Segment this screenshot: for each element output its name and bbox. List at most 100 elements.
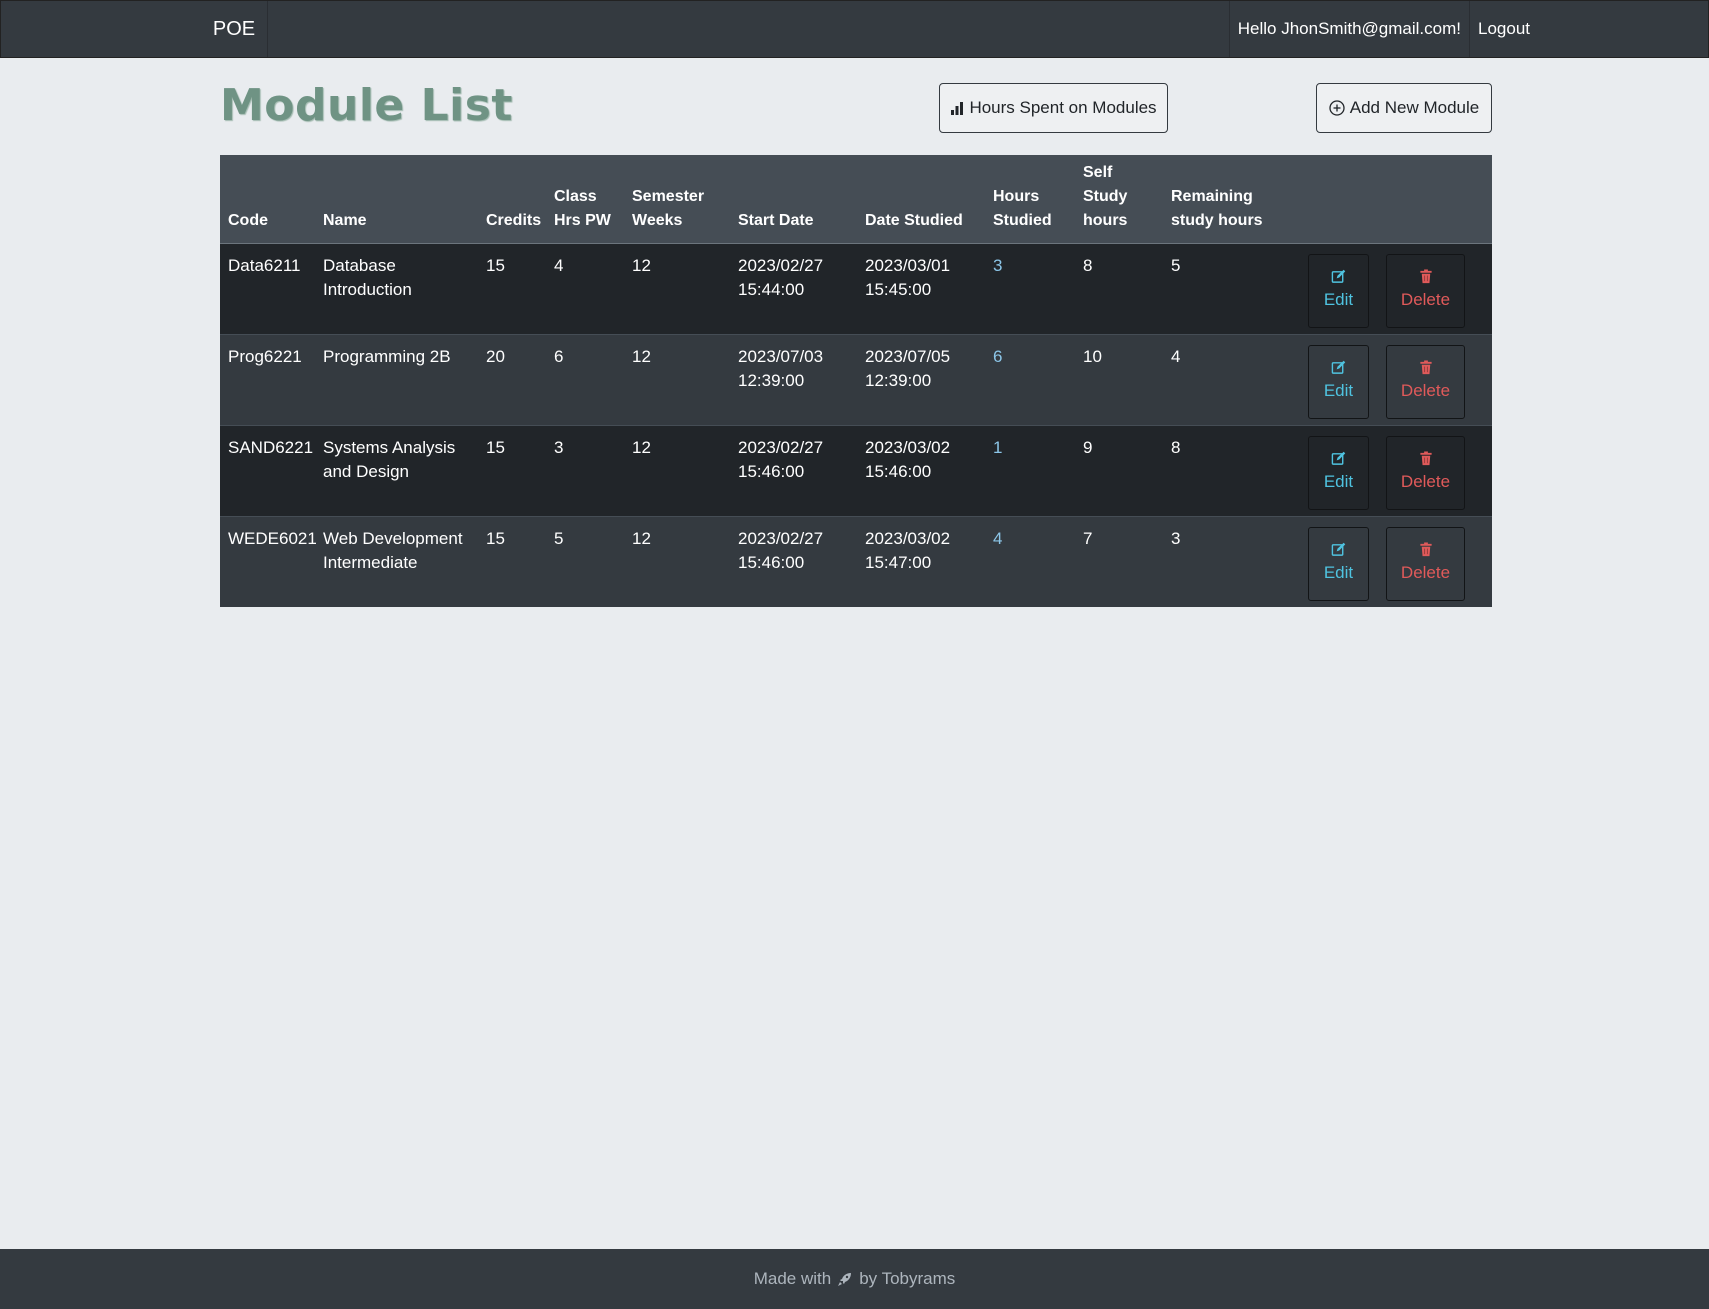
- page-footer: Made with by Tobyrams: [0, 1249, 1709, 1309]
- nav-right: Hello JhonSmith@gmail.com! Logout: [1228, 1, 1538, 57]
- cell-start-date-time: 12:39:00: [738, 370, 805, 390]
- cell-start-date: 2023/07/03 12:39:00: [730, 333, 857, 425]
- cell-actions: Edit Delete: [1300, 515, 1492, 607]
- header-self-line2: Study: [1083, 187, 1128, 205]
- cell-date-studied: 2023/03/01 15:45:00: [857, 242, 985, 334]
- edit-label: Edit: [1323, 563, 1354, 582]
- cell-name-line1: Web Development: [323, 528, 463, 548]
- cell-hours-studied-link[interactable]: 3: [985, 242, 1075, 334]
- delete-button[interactable]: Delete: [1386, 435, 1465, 510]
- cell-date-studied-day: 2023/03/01: [865, 255, 951, 275]
- cell-self-study: 9: [1075, 424, 1163, 516]
- module-table-container: Code Name Credits Class Hrs PW Semester We…: [220, 155, 1492, 607]
- cell-date-studied: 2023/03/02 15:46:00: [857, 424, 985, 516]
- cell-class-hrs: 5: [546, 515, 624, 607]
- cell-date-studied-day: 2023/07/05: [865, 346, 951, 366]
- cell-code: WEDE6021: [220, 515, 317, 607]
- cell-name-line1: Systems Analysis: [323, 437, 456, 457]
- header-hours-line2: Studied: [993, 211, 1052, 229]
- delete-label: Delete: [1400, 472, 1451, 491]
- header-remaining-line1: Remaining: [1171, 187, 1253, 205]
- cell-name: Database Introduction: [315, 242, 478, 334]
- trash-icon: [1419, 451, 1433, 466]
- cell-hours-studied-link[interactable]: 4: [985, 515, 1075, 607]
- cell-date-studied: 2023/07/05 12:39:00: [857, 333, 985, 425]
- cell-start-date: 2023/02/27 15:46:00: [730, 515, 857, 607]
- module-table: Code Name Credits Class Hrs PW Semester We…: [220, 155, 1492, 607]
- cell-remaining: 5: [1163, 242, 1300, 334]
- header-remaining: Remaining study hours: [1163, 155, 1300, 244]
- footer-by: by Tobyrams: [859, 1269, 956, 1288]
- cell-self-study: 7: [1075, 515, 1163, 607]
- edit-label: Edit: [1323, 381, 1354, 400]
- cell-name-line2: Introduction: [323, 279, 412, 299]
- cell-actions: Edit Delete: [1300, 242, 1492, 334]
- cell-code: Prog6221: [220, 333, 315, 425]
- hours-spent-button[interactable]: Hours Spent on Modules: [939, 83, 1168, 133]
- delete-button[interactable]: Delete: [1386, 253, 1465, 328]
- edit-button[interactable]: Edit: [1308, 526, 1369, 601]
- add-new-module-label: Add New Module: [1349, 98, 1480, 117]
- cell-start-date-day: 2023/02/27: [738, 437, 824, 457]
- edit-button[interactable]: Edit: [1308, 435, 1369, 510]
- cell-start-date-time: 15:46:00: [738, 552, 805, 572]
- cell-credits: 15: [478, 242, 546, 334]
- cell-date-studied-time: 15:45:00: [865, 279, 932, 299]
- edit-icon: [1331, 269, 1346, 284]
- cell-remaining: 8: [1163, 424, 1300, 516]
- cell-hours-studied-link[interactable]: 1: [985, 424, 1075, 516]
- delete-label: Delete: [1400, 563, 1451, 582]
- cell-semester-weeks: 12: [624, 333, 730, 425]
- add-new-module-button[interactable]: Add New Module: [1316, 83, 1492, 133]
- cell-start-date-day: 2023/02/27: [738, 528, 824, 548]
- edit-icon: [1331, 451, 1346, 466]
- cell-code: Data6211: [220, 242, 315, 334]
- header-self-line1: Self: [1083, 163, 1113, 181]
- trash-icon: [1419, 542, 1433, 557]
- user-greeting[interactable]: Hello JhonSmith@gmail.com!: [1228, 1, 1469, 57]
- delete-label: Delete: [1400, 290, 1451, 309]
- cell-credits: 15: [478, 424, 546, 516]
- header-hours-line1: Hours: [993, 187, 1040, 205]
- cell-credits: 15: [478, 515, 546, 607]
- cell-credits: 20: [478, 333, 546, 425]
- cell-date-studied-day: 2023/03/02: [865, 528, 951, 548]
- header-self-study: Self Study hours: [1075, 155, 1163, 244]
- cell-start-date: 2023/02/27 15:46:00: [730, 424, 857, 516]
- header-semester-line1: Semester: [632, 187, 705, 205]
- edit-icon: [1331, 360, 1346, 375]
- header-class-hrs: Class Hrs PW: [546, 155, 624, 244]
- table-row: Prog6221 Programming 2B 20 6 12 2023/07/03 12:…: [220, 333, 1492, 425]
- logout-link[interactable]: Logout: [1469, 1, 1538, 57]
- hours-spent-label: Hours Spent on Modules: [969, 98, 1157, 117]
- row-actions: Edit Delete: [1308, 253, 1484, 328]
- header-semester-line2: Weeks: [632, 211, 683, 229]
- cell-remaining: 4: [1163, 333, 1300, 425]
- plus-circle-icon: [1329, 100, 1345, 116]
- cell-hours-studied-link[interactable]: 6: [985, 333, 1075, 425]
- brand-link[interactable]: POE: [201, 1, 268, 57]
- cell-date-studied-day: 2023/03/02: [865, 437, 951, 457]
- header-class-hrs-line2: Hrs PW: [554, 211, 611, 229]
- header-date-studied: Date Studied: [857, 155, 985, 244]
- cell-self-study: 8: [1075, 242, 1163, 334]
- cell-start-date: 2023/02/27 15:44:00: [730, 242, 857, 334]
- edit-button[interactable]: Edit: [1308, 253, 1369, 328]
- row-actions: Edit Delete: [1308, 526, 1484, 601]
- header-start-date: Start Date: [730, 155, 857, 244]
- edit-button[interactable]: Edit: [1308, 344, 1369, 419]
- cell-class-hrs: 6: [546, 333, 624, 425]
- table-header-row: Code Name Credits Class Hrs PW Semester We…: [220, 155, 1492, 244]
- cell-actions: Edit Delete: [1300, 424, 1492, 516]
- page-title: Module List: [220, 80, 513, 131]
- trash-icon: [1419, 269, 1433, 284]
- edit-icon: [1331, 542, 1346, 557]
- cell-name-line2: and Design: [323, 461, 410, 481]
- cell-name: Web Development Intermediate: [315, 515, 478, 607]
- delete-button[interactable]: Delete: [1386, 526, 1465, 601]
- delete-button[interactable]: Delete: [1386, 344, 1465, 419]
- cell-date-studied-time: 12:39:00: [865, 370, 932, 390]
- header-self-line3: hours: [1083, 211, 1128, 229]
- header-class-hrs-line1: Class: [554, 187, 597, 205]
- cell-name-line2: Intermediate: [323, 552, 418, 572]
